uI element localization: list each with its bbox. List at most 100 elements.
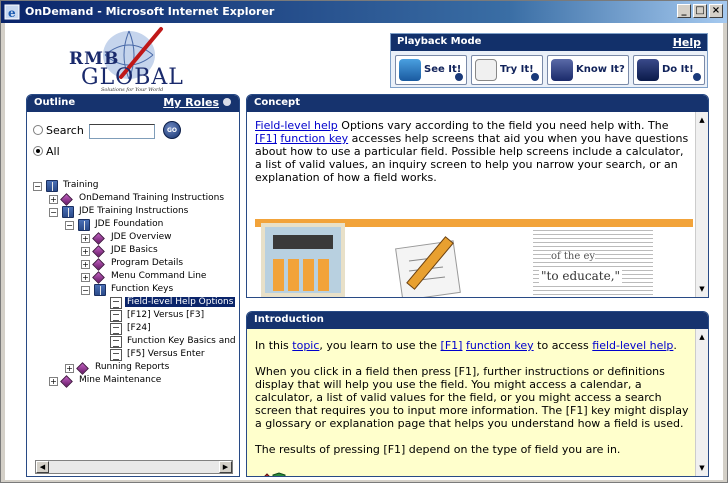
my-roles-link[interactable]: My Roles (163, 96, 231, 109)
concept-vertical-scrollbar[interactable]: ▲ ▼ (695, 112, 708, 297)
expand-icon[interactable]: + (81, 273, 90, 282)
outline-horizontal-scrollbar[interactable]: ◀ ▶ (35, 460, 233, 474)
search-input[interactable] (89, 124, 155, 139)
rmb-global-logo: RMB GLOBAL Solutions for Your World (41, 25, 201, 93)
tree-node-label: Field-level Help Options (125, 297, 236, 307)
intro-text: . (673, 339, 677, 352)
scroll-up-arrow-icon[interactable]: ▲ (696, 114, 708, 126)
field-level-help-link[interactable]: Field-level help (255, 119, 338, 132)
introduction-vertical-scrollbar[interactable]: ▲ ▼ (695, 329, 708, 476)
tree-node-label: Training (63, 180, 99, 190)
diamond-icon (92, 232, 105, 245)
diamond-icon (92, 271, 105, 284)
search-option-row: Search GO (33, 121, 181, 140)
function-key-link[interactable]: function key (466, 339, 534, 352)
concept-text-1: Options vary according to the field you … (337, 119, 669, 132)
introduction-text: In this topic, you learn to use the [F1]… (255, 339, 693, 469)
window-title: OnDemand - Microsoft Internet Explorer (25, 5, 275, 18)
playback-mode-panel: Playback Mode Help See It! Try It! Know … (390, 33, 708, 88)
all-radio[interactable] (33, 146, 43, 156)
collapse-icon[interactable]: − (65, 221, 74, 230)
expand-icon[interactable]: + (81, 247, 90, 256)
introduction-panel: Introduction In this topic, you learn to… (246, 311, 709, 477)
expand-icon[interactable]: + (81, 234, 90, 243)
page-icon (110, 323, 122, 335)
diamond-icon (76, 362, 89, 375)
title-bar: e OnDemand - Microsoft Internet Explorer… (1, 1, 727, 23)
do-it-label: Do It! (662, 64, 694, 75)
concept-panel: Concept Field-level help Options vary ac… (246, 94, 709, 298)
tree-node-label: JDE Basics (111, 245, 158, 255)
diamond-icon (92, 258, 105, 271)
play-badge-icon (692, 72, 702, 82)
expand-icon[interactable]: + (49, 377, 58, 386)
outline-panel: Outline My Roles Search GO All − Training… (26, 94, 240, 477)
close-button[interactable]: × (709, 4, 723, 18)
playback-mode-title: Playback Mode (397, 36, 482, 47)
do-it-button[interactable]: Do It! (633, 55, 705, 85)
newspaper-image: of the ey "to educate," (533, 227, 653, 297)
help-link[interactable]: Help (673, 36, 701, 49)
svg-text:e: e (8, 6, 16, 20)
minimize-button[interactable]: _ (677, 4, 691, 18)
maximize-button[interactable]: □ (693, 4, 707, 18)
pencil-checklist-image (395, 236, 461, 297)
tree-node-label: Function Keys (111, 284, 174, 294)
diamond-icon (60, 375, 73, 388)
search-radio[interactable] (33, 125, 43, 135)
all-radio-label: All (46, 145, 60, 158)
collapse-icon[interactable]: − (33, 182, 42, 191)
f1-link[interactable]: [F1] (255, 132, 277, 145)
tree-node-label: Menu Command Line (111, 271, 207, 281)
scroll-up-arrow-icon[interactable]: ▲ (696, 331, 708, 343)
expand-icon[interactable]: + (65, 364, 74, 373)
outline-header: Outline My Roles (27, 95, 239, 112)
concept-header: Concept (247, 95, 708, 112)
tree-node-label: Program Details (111, 258, 184, 268)
diamond-icon (92, 245, 105, 258)
search-radio-label: Search (46, 124, 84, 137)
scroll-right-arrow-icon[interactable]: ▶ (219, 461, 232, 473)
page-icon (110, 349, 122, 361)
scroll-down-arrow-icon[interactable]: ▼ (696, 283, 708, 295)
try-it-icon (475, 59, 497, 81)
tree-node-label: OnDemand Training Instructions (79, 193, 225, 203)
outline-title: Outline (34, 97, 76, 108)
scroll-down-arrow-icon[interactable]: ▼ (696, 462, 708, 474)
book-icon (94, 284, 106, 296)
play-badge-icon (454, 72, 464, 82)
scroll-left-arrow-icon[interactable]: ◀ (36, 461, 49, 473)
tree-node-label: Running Reports (95, 362, 170, 372)
introduction-title: Introduction (254, 314, 324, 325)
topic-link[interactable]: topic (292, 339, 319, 352)
tree-node-label: Mine Maintenance (79, 375, 162, 385)
f1-link[interactable]: [F1] (441, 339, 463, 352)
field-level-help-link[interactable]: field-level help (592, 339, 673, 352)
tree-node-label: JDE Training Instructions (79, 206, 189, 216)
pencil-edit-icon[interactable] (258, 473, 270, 477)
see-it-icon (399, 59, 421, 81)
know-it-button[interactable]: Know It? (547, 55, 629, 85)
book-open-icon[interactable] (272, 472, 286, 477)
see-it-button[interactable]: See It! (395, 55, 467, 85)
try-it-button[interactable]: Try It! (471, 55, 543, 85)
go-button[interactable]: GO (163, 121, 181, 139)
collapse-icon[interactable]: − (49, 208, 58, 217)
logo-tagline: Solutions for Your World (101, 87, 164, 93)
know-it-label: Know It? (576, 64, 625, 75)
intro-paragraph-3: The results of pressing [F1] depend on t… (255, 443, 621, 456)
intro-text: , you learn to use the (319, 339, 441, 352)
collapse-icon[interactable]: − (81, 286, 90, 295)
expand-icon[interactable]: + (49, 195, 58, 204)
page-icon (110, 297, 122, 309)
intro-paragraph-2: When you click in a field then press [F1… (255, 365, 689, 430)
function-key-link[interactable]: function key (280, 132, 348, 145)
tree-node-label: [F12] Versus [F3] (127, 310, 205, 320)
book-icon (46, 180, 58, 192)
playback-mode-header: Playback Mode Help (391, 34, 707, 51)
internet-explorer-icon: e (4, 4, 20, 20)
expand-icon[interactable]: + (81, 260, 90, 269)
newspaper-main-text: "to educate," (539, 269, 623, 283)
intro-text: In this (255, 339, 293, 352)
page-icon (110, 336, 122, 348)
